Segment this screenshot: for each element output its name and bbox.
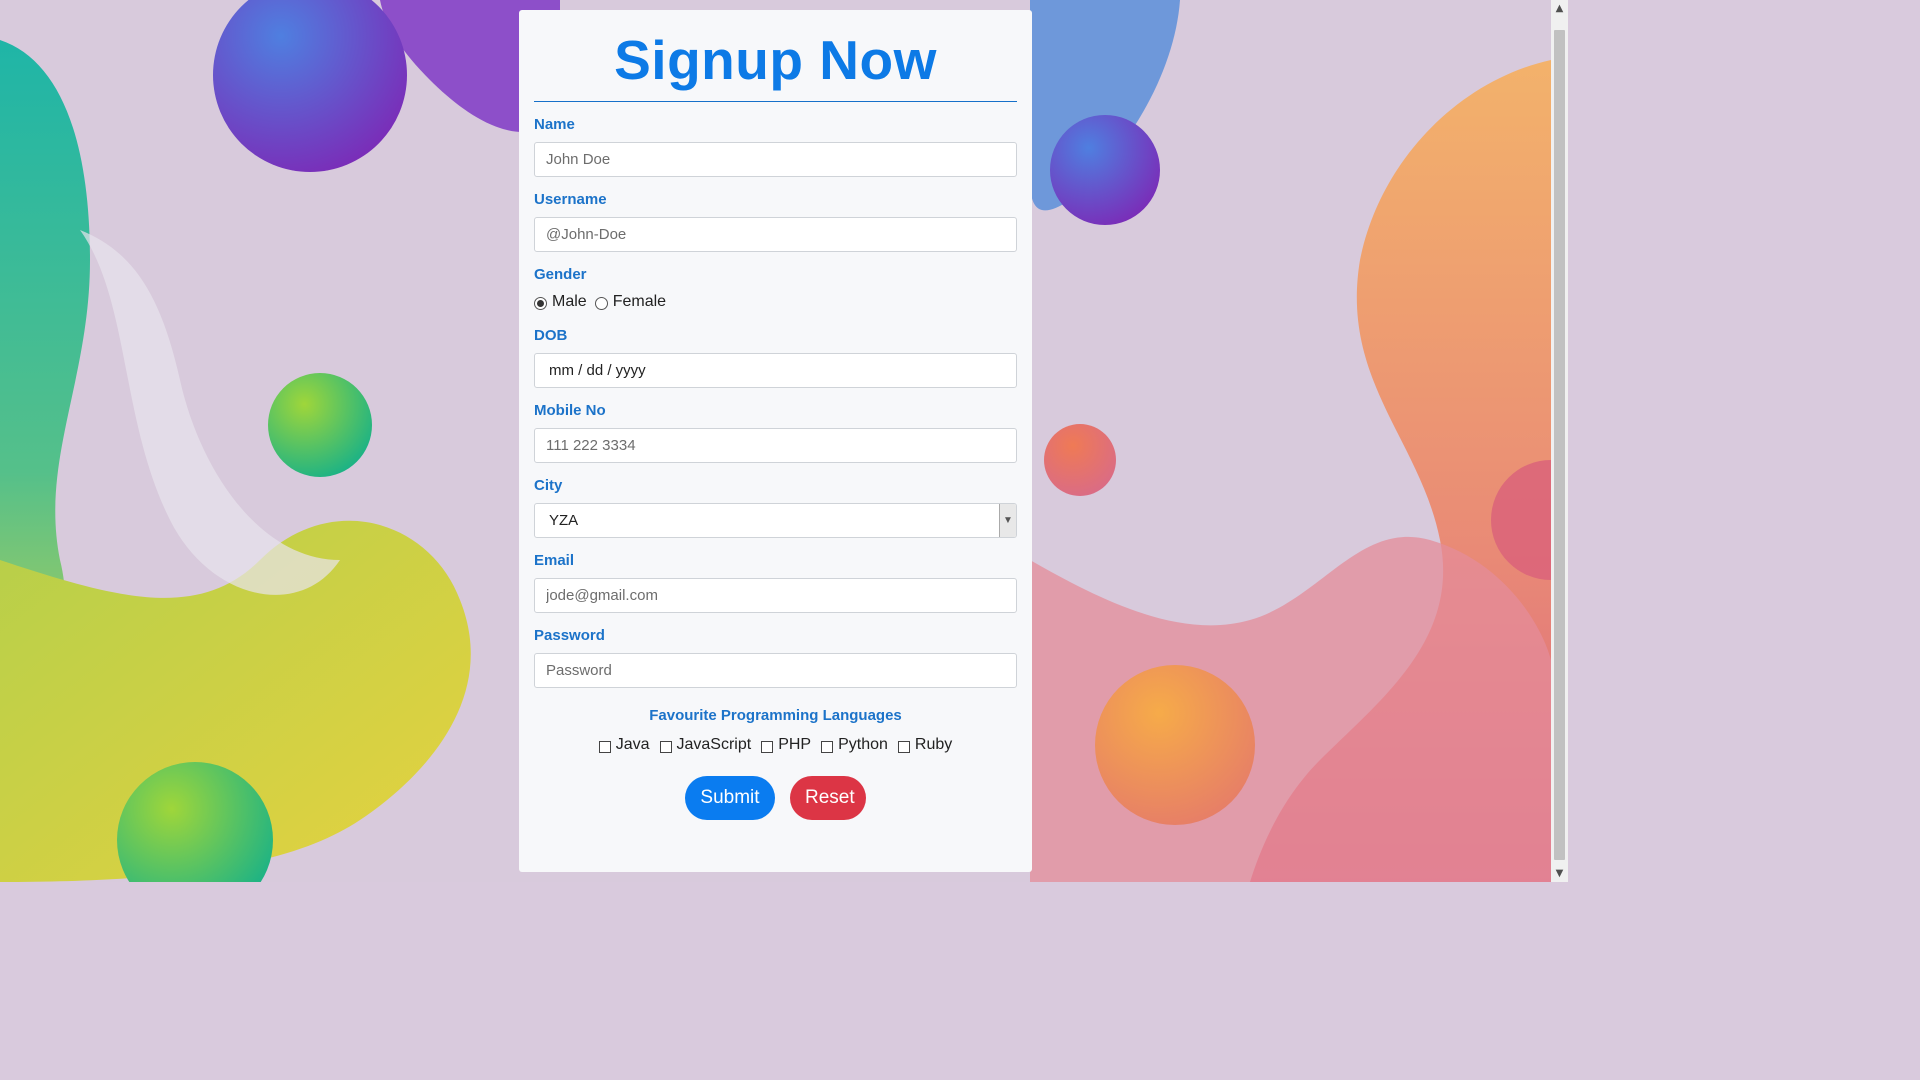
- language-option-java[interactable]: Java: [598, 736, 650, 754]
- scroll-up-button[interactable]: ▲: [1551, 0, 1568, 17]
- python-checkbox[interactable]: [821, 740, 834, 753]
- email-input[interactable]: [534, 578, 1017, 613]
- form-actions: Submit Reset: [534, 776, 1017, 820]
- javascript-checkbox[interactable]: [659, 740, 672, 753]
- gender-radio-group: Male Female: [534, 291, 1017, 313]
- password-input[interactable]: [534, 653, 1017, 688]
- name-label: Name: [534, 116, 575, 133]
- name-input[interactable]: [534, 142, 1017, 177]
- scrollbar-thumb[interactable]: [1554, 30, 1565, 860]
- city-selected-value: YZA: [549, 512, 579, 529]
- scroll-down-button[interactable]: ▼: [1551, 865, 1568, 882]
- gender-female-label[interactable]: Female: [613, 293, 666, 311]
- submit-button[interactable]: Submit: [685, 776, 775, 820]
- password-label: Password: [534, 627, 605, 644]
- languages-heading: Favourite Programming Languages: [649, 707, 902, 724]
- title-divider: [534, 101, 1017, 102]
- ruby-checkbox[interactable]: [897, 740, 910, 753]
- chevron-down-icon[interactable]: ▼: [999, 504, 1016, 537]
- dob-placeholder: mm / dd / yyyy: [549, 362, 646, 379]
- language-option-javascript[interactable]: JavaScript: [659, 736, 752, 754]
- python-label: Python: [838, 736, 888, 753]
- php-label: PHP: [778, 736, 812, 753]
- mobile-label: Mobile No: [534, 402, 606, 419]
- gender-label: Gender: [534, 266, 587, 283]
- language-option-python[interactable]: Python: [821, 736, 888, 754]
- languages-checkbox-group: Java JavaScript PHP Python Ruby: [534, 736, 1017, 754]
- gender-male-label[interactable]: Male: [552, 293, 587, 311]
- chevron-down-icon: ▼: [1555, 868, 1564, 879]
- username-input[interactable]: [534, 217, 1017, 252]
- page-title: Signup Now: [614, 29, 937, 91]
- java-checkbox[interactable]: [598, 740, 611, 753]
- javascript-label: JavaScript: [676, 736, 752, 753]
- language-option-ruby[interactable]: Ruby: [897, 736, 953, 754]
- java-label: Java: [615, 736, 650, 753]
- reset-button[interactable]: Reset: [790, 776, 866, 820]
- dob-date-input[interactable]: mm / dd / yyyy: [534, 353, 1017, 388]
- gender-male-radio[interactable]: [534, 297, 547, 310]
- username-label: Username: [534, 191, 607, 208]
- chevron-up-icon: ▲: [1555, 3, 1564, 14]
- dob-label: DOB: [534, 327, 568, 344]
- city-select[interactable]: YZA ▼: [534, 503, 1017, 538]
- radio-selected-dot: [537, 300, 544, 307]
- php-checkbox[interactable]: [761, 740, 774, 753]
- mobile-input[interactable]: [534, 428, 1017, 463]
- email-label: Email: [534, 552, 575, 569]
- city-label: City: [534, 477, 563, 494]
- ruby-label: Ruby: [914, 736, 953, 753]
- signup-form-card: Signup Now Name Username Gender Male Fem…: [519, 10, 1032, 872]
- gender-female-radio[interactable]: [594, 297, 608, 310]
- page-scrollbar[interactable]: ▲ ▼: [1551, 0, 1568, 882]
- language-option-php[interactable]: PHP: [761, 736, 811, 754]
